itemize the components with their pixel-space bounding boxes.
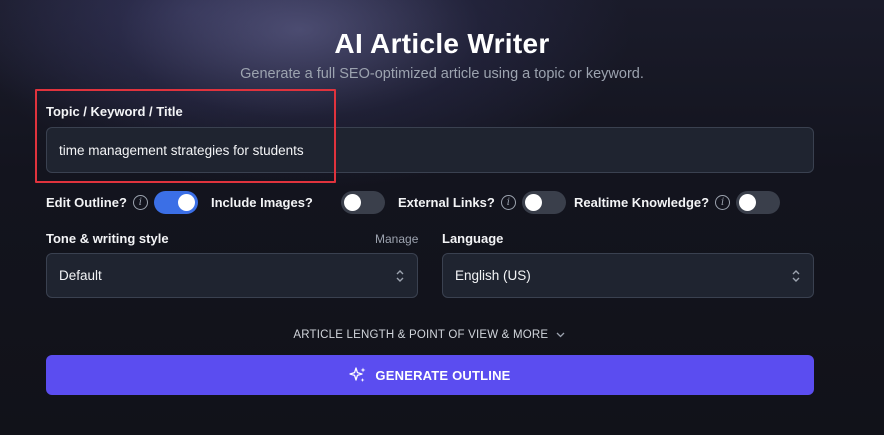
toggle-knob	[739, 193, 757, 211]
info-icon[interactable]: i	[500, 194, 516, 210]
toggle-knob	[343, 193, 361, 211]
include-images-toggle[interactable]	[340, 190, 385, 214]
generate-outline-button[interactable]: GENERATE OUTLINE	[46, 355, 814, 395]
option-label: Edit Outline?	[46, 194, 127, 210]
tone-value: Default	[59, 268, 102, 283]
more-options-label: ARTICLE LENGTH & POINT OF VIEW & MORE	[293, 329, 549, 341]
realtime-knowledge-toggle[interactable]	[736, 190, 781, 214]
manage-link[interactable]: Manage	[375, 232, 418, 246]
chevron-up-down-icon	[791, 269, 801, 283]
language-label: Language	[442, 231, 504, 246]
language-select[interactable]: English (US)	[442, 253, 814, 298]
tone-label: Tone & writing style	[46, 231, 169, 246]
info-icon[interactable]: i	[715, 194, 731, 210]
option-external-links: External Links? i	[398, 190, 566, 214]
language-value: English (US)	[455, 268, 531, 283]
generate-outline-label: GENERATE OUTLINE	[375, 367, 511, 383]
external-links-toggle[interactable]	[521, 190, 566, 214]
option-label: External Links?	[398, 194, 495, 210]
toggle-knob	[177, 193, 195, 211]
sparkles-icon	[349, 367, 366, 382]
tone-select[interactable]: Default	[46, 253, 418, 298]
page-title: AI Article Writer	[334, 28, 550, 59]
info-icon[interactable]: i	[132, 194, 148, 210]
option-label: Include Images?	[211, 194, 313, 210]
option-label: Realtime Knowledge?	[574, 194, 710, 210]
toggle-knob	[524, 193, 542, 211]
page-subtitle: Generate a full SEO-optimized article us…	[240, 66, 644, 82]
article-writer-form: AI Article Writer Generate a full SEO-op…	[0, 0, 884, 435]
topic-label: Topic / Keyword / Title	[46, 104, 183, 119]
option-realtime-knowledge: Realtime Knowledge? i	[574, 190, 781, 214]
option-include-images: Include Images?	[211, 190, 385, 214]
chevron-down-icon	[556, 330, 565, 341]
more-options-toggle[interactable]: ARTICLE LENGTH & POINT OF VIEW & MORE	[0, 329, 858, 341]
option-edit-outline: Edit Outline? i	[46, 190, 198, 214]
topic-input[interactable]	[46, 127, 814, 173]
chevron-up-down-icon	[395, 269, 405, 283]
edit-outline-toggle[interactable]	[153, 190, 198, 214]
